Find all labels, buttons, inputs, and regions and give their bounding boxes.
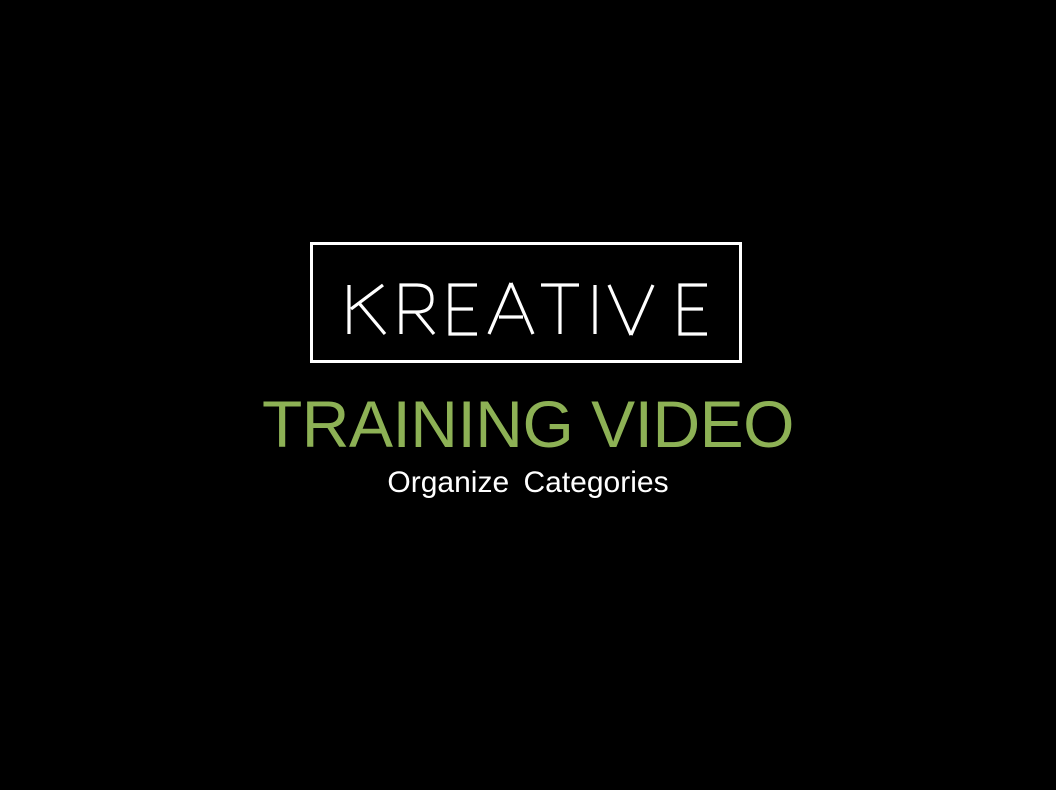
kreative-logo-wordmark <box>347 282 707 336</box>
title-slide: TRAINING VIDEO Organize Categories <box>0 0 1056 790</box>
training-video-title: TRAINING VIDEO <box>261 387 795 461</box>
kreative-logo <box>310 242 742 363</box>
topic-subtitle: Organize Categories <box>387 466 669 499</box>
